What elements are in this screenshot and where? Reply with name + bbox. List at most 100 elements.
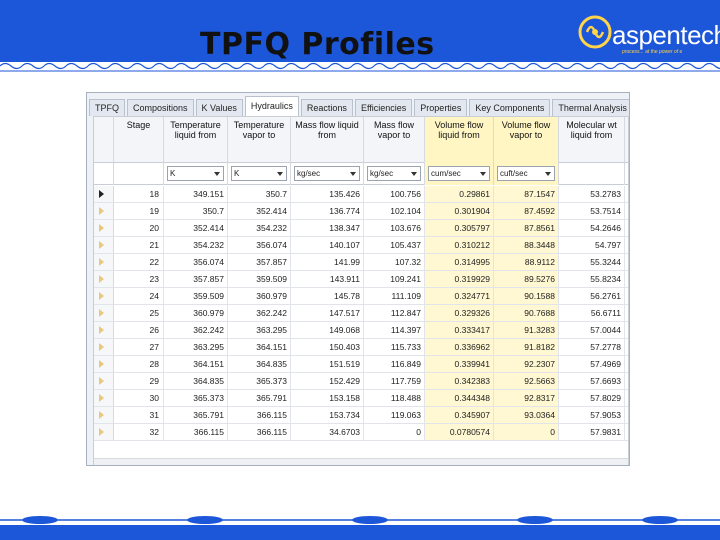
tab-thermal-analysis[interactable]: Thermal Analysis xyxy=(552,99,629,116)
value-cell[interactable]: 90.7688 xyxy=(494,305,559,321)
value-cell[interactable]: 87.8561 xyxy=(494,220,559,236)
value-cell[interactable]: 92.2307 xyxy=(494,356,559,372)
row-selector[interactable] xyxy=(94,254,114,270)
value-cell[interactable]: 0.339941 xyxy=(425,356,494,372)
value-cell[interactable]: 0.324771 xyxy=(425,288,494,304)
table-row[interactable]: 30 365.373 365.791 153.158 118.488 0.344348 92… xyxy=(94,390,628,407)
row-selector[interactable] xyxy=(94,288,114,304)
value-cell[interactable]: 140.107 xyxy=(291,237,364,253)
value-cell[interactable]: 145.78 xyxy=(291,288,364,304)
value-cell[interactable]: 117.759 xyxy=(364,373,425,389)
value-cell[interactable]: 143.911 xyxy=(291,271,364,287)
value-cell[interactable]: 118.488 xyxy=(364,390,425,406)
stage-cell[interactable]: 29 xyxy=(114,373,164,389)
value-cell[interactable]: 56.6711 xyxy=(559,305,625,321)
table-row[interactable]: 24 359.509 360.979 145.78 111.109 0.324771 90.… xyxy=(94,288,628,305)
value-cell[interactable]: 360.979 xyxy=(228,288,291,304)
tab-tpfq[interactable]: TPFQ xyxy=(89,99,125,116)
value-cell[interactable]: 364.835 xyxy=(164,373,228,389)
value-cell[interactable]: 364.151 xyxy=(228,339,291,355)
column-header[interactable]: Molecular wt liquid from xyxy=(559,117,625,163)
table-row[interactable]: 21 354.232 356.074 140.107 105.437 0.310212 88… xyxy=(94,237,628,254)
column-header[interactable]: Temperature vapor to xyxy=(228,117,291,163)
tab-properties[interactable]: Properties xyxy=(414,99,468,116)
value-cell[interactable]: 0.0780574 xyxy=(425,424,494,440)
stage-cell[interactable]: 27 xyxy=(114,339,164,355)
value-cell[interactable]: 88.3448 xyxy=(494,237,559,253)
tab-k-values[interactable]: K Values xyxy=(195,99,243,116)
value-cell[interactable]: 0.319929 xyxy=(425,271,494,287)
value-cell[interactable]: 365.373 xyxy=(228,373,291,389)
value-cell[interactable]: 102.104 xyxy=(364,203,425,219)
column-header[interactable]: Mass flow vapor to xyxy=(364,117,425,163)
row-selector[interactable] xyxy=(94,390,114,406)
row-selector[interactable] xyxy=(94,305,114,321)
row-selector[interactable] xyxy=(94,339,114,355)
column-header[interactable]: Mass flow liquid from xyxy=(291,117,364,163)
table-row[interactable]: 28 364.151 364.835 151.519 116.849 0.339941 92… xyxy=(94,356,628,373)
value-cell[interactable]: 57.4969 xyxy=(559,356,625,372)
row-selector[interactable] xyxy=(94,220,114,236)
value-cell[interactable]: 93.0364 xyxy=(494,407,559,423)
stage-cell[interactable]: 21 xyxy=(114,237,164,253)
value-cell[interactable]: 366.115 xyxy=(228,407,291,423)
value-cell[interactable]: 57.6693 xyxy=(559,373,625,389)
value-cell[interactable]: 362.242 xyxy=(228,305,291,321)
value-cell[interactable]: 56.2761 xyxy=(559,288,625,304)
value-cell[interactable]: 0.345907 xyxy=(425,407,494,423)
value-cell[interactable]: 360.979 xyxy=(164,305,228,321)
table-row[interactable]: 25 360.979 362.242 147.517 112.847 0.329326 90… xyxy=(94,305,628,322)
value-cell[interactable]: 0.305797 xyxy=(425,220,494,236)
value-cell[interactable]: 147.517 xyxy=(291,305,364,321)
horizontal-scrollbar[interactable] xyxy=(94,458,628,465)
table-row[interactable]: 32 366.115 366.115 34.6703 0 0.0780574 0 57.983… xyxy=(94,424,628,441)
column-header[interactable]: Stage xyxy=(114,117,164,163)
row-selector[interactable] xyxy=(94,203,114,219)
value-cell[interactable]: 107.32 xyxy=(364,254,425,270)
row-selector[interactable] xyxy=(94,322,114,338)
row-selector[interactable] xyxy=(94,271,114,287)
row-selector[interactable] xyxy=(94,407,114,423)
value-cell[interactable]: 57.2778 xyxy=(559,339,625,355)
value-cell[interactable]: 0.29861 xyxy=(425,186,494,202)
value-cell[interactable]: 354.232 xyxy=(164,237,228,253)
value-cell[interactable]: 57.0044 xyxy=(559,322,625,338)
value-cell[interactable]: 356.074 xyxy=(228,237,291,253)
value-cell[interactable]: 151.519 xyxy=(291,356,364,372)
value-cell[interactable]: 57.8029 xyxy=(559,390,625,406)
value-cell[interactable]: 135.426 xyxy=(291,186,364,202)
value-cell[interactable]: 55.3244 xyxy=(559,254,625,270)
value-cell[interactable]: 153.158 xyxy=(291,390,364,406)
value-cell[interactable]: 54.797 xyxy=(559,237,625,253)
value-cell[interactable]: 149.068 xyxy=(291,322,364,338)
value-cell[interactable]: 105.437 xyxy=(364,237,425,253)
column-header[interactable]: Volume flow liquid from xyxy=(425,117,494,163)
stage-cell[interactable]: 31 xyxy=(114,407,164,423)
value-cell[interactable]: 54.2646 xyxy=(559,220,625,236)
value-cell[interactable]: 87.4592 xyxy=(494,203,559,219)
stage-cell[interactable]: 19 xyxy=(114,203,164,219)
value-cell[interactable]: 138.347 xyxy=(291,220,364,236)
value-cell[interactable]: 150.403 xyxy=(291,339,364,355)
value-cell[interactable]: 0 xyxy=(364,424,425,440)
value-cell[interactable]: 112.847 xyxy=(364,305,425,321)
value-cell[interactable]: 87.1547 xyxy=(494,186,559,202)
stage-cell[interactable]: 23 xyxy=(114,271,164,287)
value-cell[interactable]: 365.373 xyxy=(164,390,228,406)
value-cell[interactable]: 89.5276 xyxy=(494,271,559,287)
value-cell[interactable]: 116.849 xyxy=(364,356,425,372)
value-cell[interactable]: 57.9053 xyxy=(559,407,625,423)
stage-cell[interactable]: 20 xyxy=(114,220,164,236)
value-cell[interactable]: 119.063 xyxy=(364,407,425,423)
row-selector[interactable] xyxy=(94,424,114,440)
value-cell[interactable]: 352.414 xyxy=(164,220,228,236)
value-cell[interactable]: 350.7 xyxy=(164,203,228,219)
tab-efficiencies[interactable]: Efficiencies xyxy=(354,99,413,116)
value-cell[interactable]: 0.329326 xyxy=(425,305,494,321)
value-cell[interactable]: 109.241 xyxy=(364,271,425,287)
value-cell[interactable]: 0.301904 xyxy=(425,203,494,219)
value-cell[interactable]: 34.6703 xyxy=(291,424,364,440)
value-cell[interactable]: 57.9831 xyxy=(559,424,625,440)
value-cell[interactable]: 364.151 xyxy=(164,356,228,372)
unit-dropdown[interactable]: cuft/sec xyxy=(497,166,555,181)
